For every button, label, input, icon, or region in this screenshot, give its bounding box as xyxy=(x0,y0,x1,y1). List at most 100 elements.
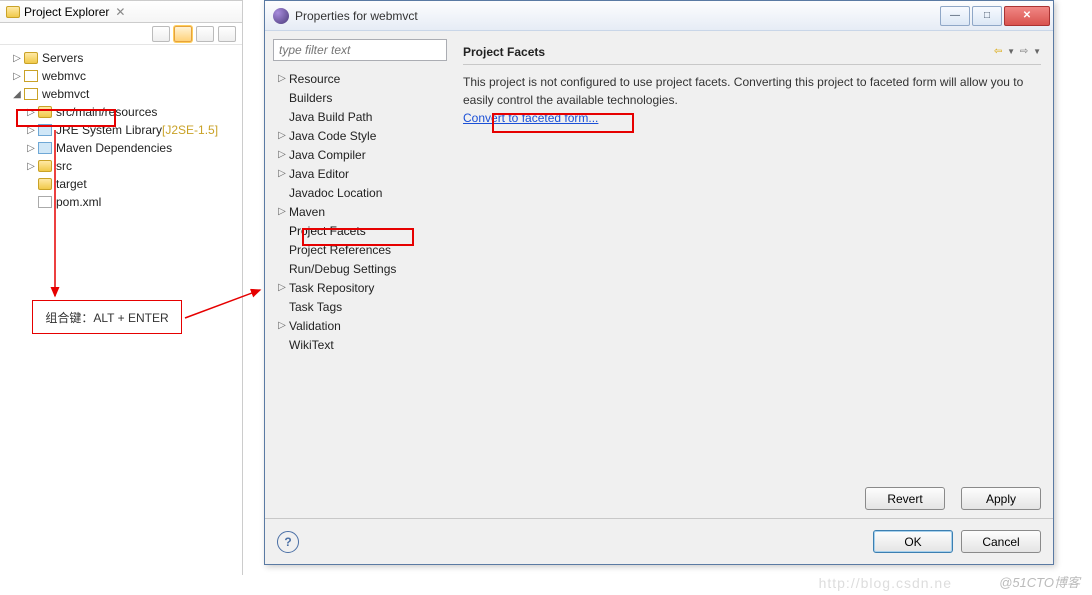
tree-item[interactable]: ▷ src xyxy=(22,157,240,175)
tree-item[interactable]: target xyxy=(22,175,240,193)
nav-item[interactable]: ▷Task Repository xyxy=(277,278,451,297)
nav-item[interactable]: Project Facets xyxy=(277,221,451,240)
expand-arrow-icon[interactable]: ▷ xyxy=(277,149,287,160)
tree-label: src/main/resources xyxy=(56,105,157,119)
expand-arrow-icon[interactable]: ▷ xyxy=(26,143,36,154)
nav-item[interactable]: Java Build Path xyxy=(277,107,451,126)
file-icon xyxy=(38,196,52,208)
pkg-icon xyxy=(24,70,38,82)
expand-arrow-icon[interactable]: ▷ xyxy=(277,282,287,293)
facets-description: This project is not configured to use pr… xyxy=(463,73,1041,109)
expand-arrow-icon[interactable]: ◢ xyxy=(12,89,22,100)
tree-item[interactable]: ▷webmvc xyxy=(8,67,240,85)
dialog-nav-pane: ▷ResourceBuildersJava Build Path▷Java Co… xyxy=(265,31,455,518)
expand-arrow-icon[interactable]: ▷ xyxy=(277,130,287,141)
filter-input[interactable] xyxy=(273,39,447,61)
nav-label: WikiText xyxy=(289,338,334,352)
nav-item[interactable]: Javadoc Location xyxy=(277,183,451,202)
nav-item[interactable]: Project References xyxy=(277,240,451,259)
dialog-body: ▷ResourceBuildersJava Build Path▷Java Co… xyxy=(265,31,1053,518)
tree-item[interactable]: ▷JRE System Library [J2SE-1.5] xyxy=(22,121,240,139)
nav-label: Maven xyxy=(289,205,325,219)
expand-arrow-icon[interactable]: ▷ xyxy=(12,53,22,64)
nav-label: Builders xyxy=(289,91,332,105)
nav-item[interactable]: Run/Debug Settings xyxy=(277,259,451,278)
nav-item[interactable]: ▷Java Editor xyxy=(277,164,451,183)
jar-icon xyxy=(38,142,52,154)
maximize-button[interactable]: □ xyxy=(972,6,1002,26)
tree-item[interactable]: pom.xml xyxy=(22,193,240,211)
tree-item[interactable]: ▷ Maven Dependencies xyxy=(22,139,240,157)
apply-button[interactable]: Apply xyxy=(961,487,1041,510)
nav-label: Javadoc Location xyxy=(289,186,382,200)
right-pane: Project Facets ⇦▼ ⇨▼ This project is not… xyxy=(455,31,1053,518)
nav-item[interactable]: WikiText xyxy=(277,335,451,354)
back-icon[interactable]: ⇦ xyxy=(991,45,1005,59)
nav-label: Validation xyxy=(289,319,341,333)
expand-arrow-icon[interactable]: ▷ xyxy=(26,161,36,172)
tree-item[interactable]: ◢ webmvct xyxy=(8,85,240,103)
window-buttons: — □ ✕ xyxy=(939,6,1051,26)
revert-button[interactable]: Revert xyxy=(865,487,945,510)
folder-icon xyxy=(38,160,52,172)
close-button[interactable]: ✕ xyxy=(1004,6,1050,26)
tree-item[interactable]: ▷ Servers xyxy=(8,49,240,67)
nav-item[interactable]: ▷Java Compiler xyxy=(277,145,451,164)
help-button[interactable]: ? xyxy=(277,531,299,553)
ok-button[interactable]: OK xyxy=(873,530,953,553)
expand-arrow-icon[interactable]: ▷ xyxy=(277,206,287,217)
tree-item[interactable]: ▷ src/main/resources xyxy=(22,103,240,121)
nav-label: Java Code Style xyxy=(289,129,376,143)
apply-buttons: Revert Apply xyxy=(857,487,1041,510)
cancel-button[interactable]: Cancel xyxy=(961,530,1041,553)
nav-label: Resource xyxy=(289,72,340,86)
nav-item[interactable]: ▷Maven xyxy=(277,202,451,221)
minimize-button[interactable]: — xyxy=(940,6,970,26)
nav-label: Task Tags xyxy=(289,300,342,314)
project-tree[interactable]: ▷ Servers ▷webmvc ◢ webmvct ▷ src/main/resourc… xyxy=(0,45,242,215)
expand-arrow-icon[interactable]: ▷ xyxy=(277,320,287,331)
nav-item[interactable]: Builders xyxy=(277,88,451,107)
collapse-all-button[interactable] xyxy=(152,26,170,42)
chevron-down-icon[interactable]: ▼ xyxy=(1007,47,1015,56)
nav-item[interactable]: ▷Validation xyxy=(277,316,451,335)
close-icon[interactable]: ✕ xyxy=(115,5,125,19)
chevron-down-icon[interactable]: ▼ xyxy=(1033,47,1041,56)
jar-icon xyxy=(38,124,52,136)
view-menu-button[interactable] xyxy=(218,26,236,42)
tree-label: src xyxy=(56,159,72,173)
tree-label: webmvct xyxy=(42,87,89,101)
nav-label: Project Facets xyxy=(289,224,366,238)
expand-arrow-icon[interactable]: ▷ xyxy=(26,125,36,136)
pkg-icon xyxy=(24,88,38,100)
section-title: Project Facets xyxy=(463,45,991,59)
forward-icon[interactable]: ⇨ xyxy=(1017,45,1031,59)
link-editor-button[interactable] xyxy=(174,26,192,42)
folder-icon xyxy=(6,6,20,18)
folder-icon xyxy=(38,178,52,190)
expand-arrow-icon[interactable]: ▷ xyxy=(277,73,287,84)
dialog-titlebar[interactable]: Properties for webmvct — □ ✕ xyxy=(265,1,1053,31)
tree-label: JRE System Library xyxy=(56,123,162,137)
explorer-title: Project Explorer xyxy=(24,5,109,19)
expand-arrow-icon[interactable]: ▷ xyxy=(277,168,287,179)
nav-label: Run/Debug Settings xyxy=(289,262,396,276)
convert-link[interactable]: Convert to faceted form... xyxy=(463,111,598,125)
section-header: Project Facets ⇦▼ ⇨▼ xyxy=(463,39,1041,65)
tree-label: Servers xyxy=(42,51,83,65)
explorer-tab[interactable]: Project Explorer ✕ xyxy=(0,1,242,23)
nav-tree[interactable]: ▷ResourceBuildersJava Build Path▷Java Co… xyxy=(265,69,455,358)
tree-label: Maven Dependencies xyxy=(56,141,172,155)
tree-label: target xyxy=(56,177,87,191)
nav-item[interactable]: ▷Java Code Style xyxy=(277,126,451,145)
expand-arrow-icon[interactable]: ▷ xyxy=(12,71,22,82)
explorer-toolbar xyxy=(0,23,242,45)
nav-label: Task Repository xyxy=(289,281,374,295)
nav-item[interactable]: Task Tags xyxy=(277,297,451,316)
tree-label: pom.xml xyxy=(56,195,101,209)
nav-item[interactable]: ▷Resource xyxy=(277,69,451,88)
focus-task-button[interactable] xyxy=(196,26,214,42)
expand-arrow-icon[interactable]: ▷ xyxy=(26,107,36,118)
project-explorer: Project Explorer ✕ ▷ Servers ▷webmvc ◢ webmv… xyxy=(0,0,243,575)
folder-icon xyxy=(24,52,38,64)
